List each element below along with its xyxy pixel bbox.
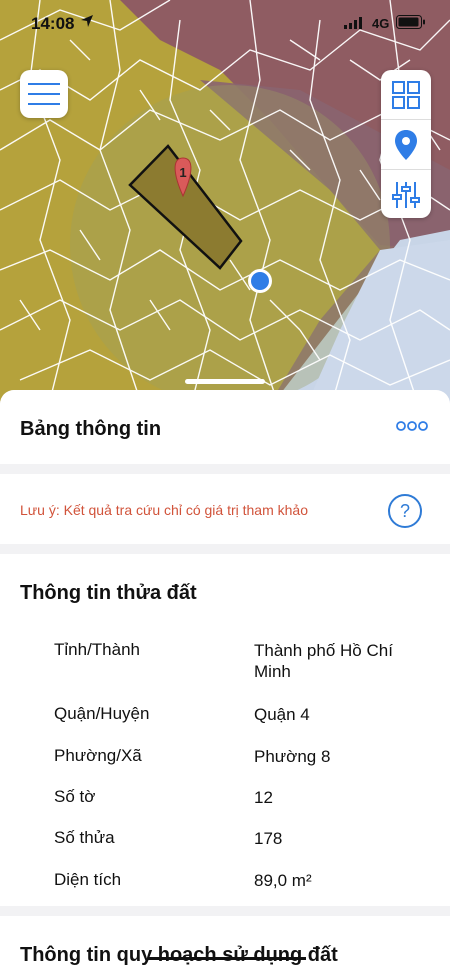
sheet-grabber[interactable] <box>185 379 265 384</box>
row-label: Số tờ <box>54 787 96 806</box>
row-label: Tỉnh/Thành <box>54 640 140 659</box>
row-label: Diện tích <box>54 870 122 889</box>
row-label: Phường/Xã <box>54 746 142 765</box>
layers-button[interactable] <box>381 70 431 120</box>
parcel-info-title: Thông tin thửa đất <box>20 582 197 604</box>
filter-button[interactable] <box>381 170 431 219</box>
battery-icon <box>396 15 425 29</box>
parcel-info-card: Thông tin thửa đất Tỉnh/Thành Thành phố … <box>0 554 450 906</box>
disclaimer-text: Lưu ý: Kết quả tra cứu chỉ có giá trị th… <box>20 502 308 518</box>
status-bar: 14:08 4G <box>0 0 450 46</box>
sliders-icon <box>392 181 420 208</box>
info-header: Bảng thông tin <box>0 390 450 464</box>
help-button[interactable]: ? <box>388 494 422 528</box>
grid-icon <box>392 80 420 109</box>
info-sheet: Bảng thông tin Lưu ý: Kết quả tra cứu ch… <box>0 390 450 974</box>
location-arrow-icon <box>81 15 93 27</box>
row-label: Quận/Huyện <box>54 704 150 723</box>
row-label: Số thửa <box>54 828 115 847</box>
planning-info-title: Thông tin quy hoạch sử dụng đất <box>20 944 338 966</box>
row-value: Thành phố Hồ Chí Minh <box>254 641 393 681</box>
row-value: 12 <box>254 788 273 807</box>
row-value: 89,0 m² <box>254 871 312 890</box>
map-view[interactable]: 1 14:08 4G <box>0 0 450 420</box>
strikethrough-mark <box>148 957 306 960</box>
marker-label: 1 <box>179 165 186 180</box>
map-tools <box>381 70 431 218</box>
info-panel-title: Bảng thông tin <box>20 418 162 440</box>
row-value: Phường 8 <box>254 747 331 766</box>
status-time: 14:08 <box>31 14 75 33</box>
more-options-icon[interactable] <box>396 420 428 432</box>
planning-info-card: Thông tin quy hoạch sử dụng đất <box>0 916 450 974</box>
location-pin-icon <box>395 129 417 160</box>
row-value: Quận 4 <box>254 705 310 724</box>
row-value: 178 <box>254 829 283 848</box>
disclaimer-card: Lưu ý: Kết quả tra cứu chỉ có giá trị th… <box>0 474 450 544</box>
signal-icon <box>344 17 362 29</box>
network-type: 4G <box>372 16 390 31</box>
hamburger-icon <box>28 83 60 105</box>
locate-button[interactable] <box>381 120 431 170</box>
menu-button[interactable] <box>20 70 68 118</box>
